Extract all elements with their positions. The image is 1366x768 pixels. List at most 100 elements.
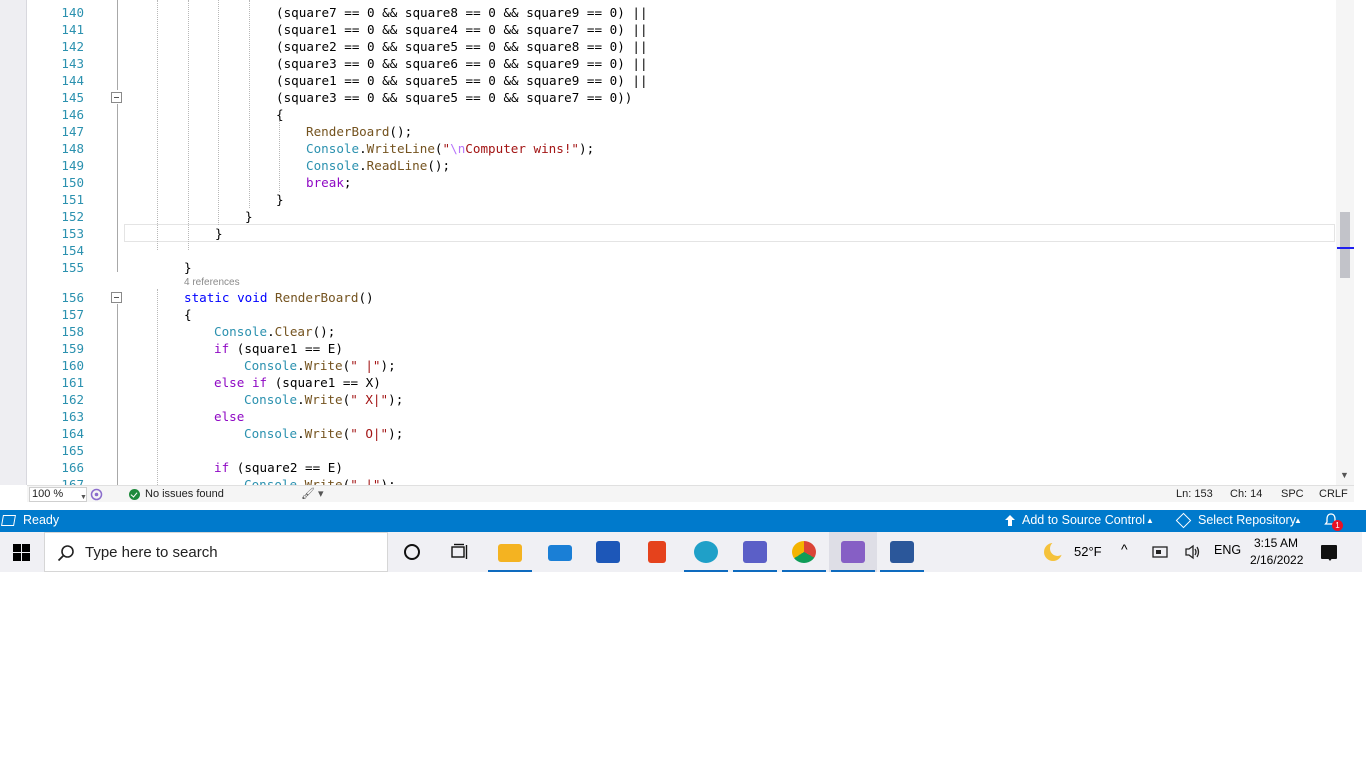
vertical-scrollbar[interactable]: ▼	[1336, 0, 1354, 485]
keyword: break	[306, 175, 344, 190]
code-editor[interactable]: 140 141 142 143 144 145 146 147 148 149 …	[0, 0, 1366, 485]
keyword: else	[214, 375, 245, 390]
code-cleanup-icon[interactable]: 🖌 ▾	[301, 487, 324, 500]
string-literal: Computer wins!"	[465, 141, 580, 156]
code-token: );	[388, 392, 404, 407]
string-literal: " |"	[350, 477, 381, 485]
code-health-icon[interactable]	[90, 488, 103, 501]
collapse-toggle[interactable]	[111, 292, 122, 303]
code-line: {	[184, 307, 192, 322]
input-language[interactable]: ENG	[1214, 543, 1241, 557]
taskbar-office[interactable]	[633, 532, 681, 572]
action-center-icon[interactable]	[1321, 545, 1337, 561]
line-number: 156	[61, 290, 84, 305]
network-icon[interactable]	[1152, 544, 1170, 560]
taskbar-mail[interactable]	[536, 532, 584, 572]
office-icon	[648, 541, 666, 563]
keyword: if	[214, 460, 230, 475]
line-number: 141	[61, 22, 84, 37]
class-name: Console	[244, 392, 298, 407]
line-number: 140	[61, 5, 84, 20]
code-line: Console.ReadLine();	[306, 158, 451, 173]
method-name: Write	[304, 426, 343, 441]
code-token: (square2 == E)	[229, 460, 343, 475]
select-repository-button[interactable]: Select Repository	[1198, 513, 1296, 527]
scroll-down-arrow-icon[interactable]: ▼	[1340, 470, 1349, 480]
repository-icon[interactable]	[1175, 512, 1192, 529]
cortana-button[interactable]	[388, 532, 436, 572]
taskbar-edge[interactable]	[682, 532, 730, 572]
string-literal: " O|"	[350, 426, 389, 441]
volume-icon[interactable]	[1184, 544, 1202, 560]
outline-line	[117, 104, 118, 272]
clock-time[interactable]: 3:15 AM	[1254, 536, 1298, 550]
line-number: 145	[61, 90, 84, 105]
method-name: Write	[304, 392, 343, 407]
upload-arrow-icon[interactable]	[1004, 514, 1016, 527]
running-indicator	[880, 570, 924, 572]
line-number: 149	[61, 158, 84, 173]
method-name: RenderBoard	[275, 290, 359, 305]
code-token: ();	[389, 124, 413, 139]
line-ending-indicator[interactable]: CRLF	[1319, 488, 1348, 500]
method-name: Write	[304, 477, 343, 485]
line-indicator[interactable]: Ln: 153	[1176, 488, 1213, 500]
code-line: }	[184, 260, 192, 275]
moon-icon	[1044, 541, 1065, 561]
line-number: 148	[61, 141, 84, 156]
caret-up-icon[interactable]: ▲	[1146, 516, 1154, 525]
code-token: );	[388, 426, 404, 441]
code-token: (square1 == X)	[267, 375, 381, 390]
taskbar-teams[interactable]	[731, 532, 779, 572]
code-line: }	[276, 192, 284, 207]
column-indicator[interactable]: Ch: 14	[1230, 488, 1262, 500]
method-name: WriteLine	[366, 141, 435, 156]
collapse-toggle[interactable]	[111, 92, 122, 103]
task-view-button[interactable]	[436, 532, 484, 572]
chevron-up-icon[interactable]: ^	[1121, 541, 1128, 557]
check-circle-icon[interactable]	[129, 489, 140, 500]
code-line: Console.Write(" |");	[244, 358, 396, 373]
whitespace-indicator[interactable]: SPC	[1281, 488, 1304, 500]
taskbar-word[interactable]	[878, 532, 926, 572]
ide-status-bar: Ready Add to Source Control ▲ Select Rep…	[0, 510, 1366, 532]
line-number: 150	[61, 175, 84, 190]
keyword: if	[251, 375, 268, 390]
line-number: 159	[61, 341, 84, 356]
scrollbar-thumb[interactable]	[1340, 212, 1350, 278]
search-icon	[57, 545, 74, 562]
code-line: if (square2 == E)	[214, 459, 343, 476]
line-number: 154	[61, 243, 84, 258]
line-number: 155	[61, 260, 84, 275]
line-number-gutter: 140 141 142 143 144 145 146 147 148 149 …	[46, 0, 86, 485]
code-line: Console.Write(" X|");	[244, 392, 404, 407]
running-indicator	[831, 570, 875, 572]
issues-status[interactable]: No issues found	[145, 488, 224, 500]
class-name: Console	[306, 141, 360, 156]
outline-line	[117, 304, 118, 485]
code-text[interactable]: (square7 == 0 && square8 == 0 && square9…	[124, 0, 1336, 485]
taskbar-chrome[interactable]	[780, 532, 828, 572]
weather-temperature: 52°F	[1074, 544, 1102, 559]
clock-date[interactable]: 2/16/2022	[1250, 553, 1303, 567]
taskbar-visual-studio[interactable]	[829, 532, 877, 572]
taskbar-search-box[interactable]: Type here to search	[44, 532, 388, 572]
start-button[interactable]	[0, 532, 44, 572]
add-to-source-control-button[interactable]: Add to Source Control	[1022, 513, 1145, 527]
line-number: 164	[61, 426, 84, 441]
code-line: }	[245, 209, 253, 224]
store-icon	[596, 541, 620, 563]
taskbar-microsoft-store[interactable]	[584, 532, 632, 572]
references-codelens[interactable]: 4 references	[184, 277, 240, 288]
code-token: );	[380, 358, 396, 373]
line-number: 167	[61, 477, 84, 485]
line-number: 153	[61, 226, 84, 241]
line-number: 142	[61, 39, 84, 54]
class-name: Console	[244, 426, 298, 441]
code-line: (square1 == 0 && square5 == 0 && square9…	[276, 73, 648, 88]
zoom-dropdown[interactable]: 100 % ▼	[29, 487, 87, 502]
taskbar-file-explorer[interactable]	[486, 532, 534, 572]
caret-up-icon[interactable]: ▲	[1294, 516, 1302, 525]
ready-icon	[1, 515, 16, 526]
code-line: {	[276, 107, 284, 122]
